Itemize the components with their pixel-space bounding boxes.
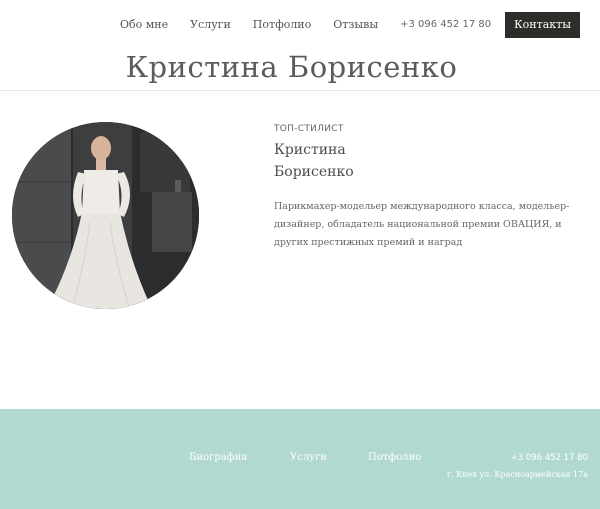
nav-item-reviews[interactable]: Отзывы <box>322 12 389 38</box>
profile-description: Парикмахер-модельер международного класс… <box>274 201 570 248</box>
nav-item-services[interactable]: Услуги <box>179 12 242 38</box>
header-phone[interactable]: +3 096 452 17 80 <box>389 12 502 38</box>
profile-name-first: Кристина <box>274 142 346 158</box>
profile-name: Кристина Борисенко <box>274 139 474 183</box>
header-divider <box>0 90 600 91</box>
portrait-svg <box>12 122 199 309</box>
contacts-button[interactable]: Контакты <box>505 12 580 38</box>
page: Обо мне Услуги Потфолио Отзывы +3 096 45… <box>0 0 600 509</box>
footer-phone: +3 096 452 17 80 <box>510 453 588 463</box>
nav-item-about[interactable]: Обо мне <box>109 12 179 38</box>
footer-address: г. Киев ул. Красноармейская 17а <box>446 470 588 479</box>
page-title: Кристина Борисенко <box>125 50 458 84</box>
profile-role: ТОП-СТИЛИСТ <box>274 124 344 134</box>
nav-item-portfolio[interactable]: Потфолио <box>242 12 322 38</box>
profile-name-last: Борисенко <box>274 164 354 180</box>
bride-portrait-image <box>12 122 199 309</box>
footer-link-biography[interactable]: Биография <box>189 452 247 463</box>
footer-link-portfolio[interactable]: Потфолио <box>368 452 421 463</box>
footer-link-services[interactable]: Услуги <box>290 452 327 463</box>
top-nav: Обо мне Услуги Потфолио Отзывы +3 096 45… <box>109 12 580 38</box>
footer: Биография Услуги Потфолио +3 096 452 17 … <box>0 409 600 509</box>
